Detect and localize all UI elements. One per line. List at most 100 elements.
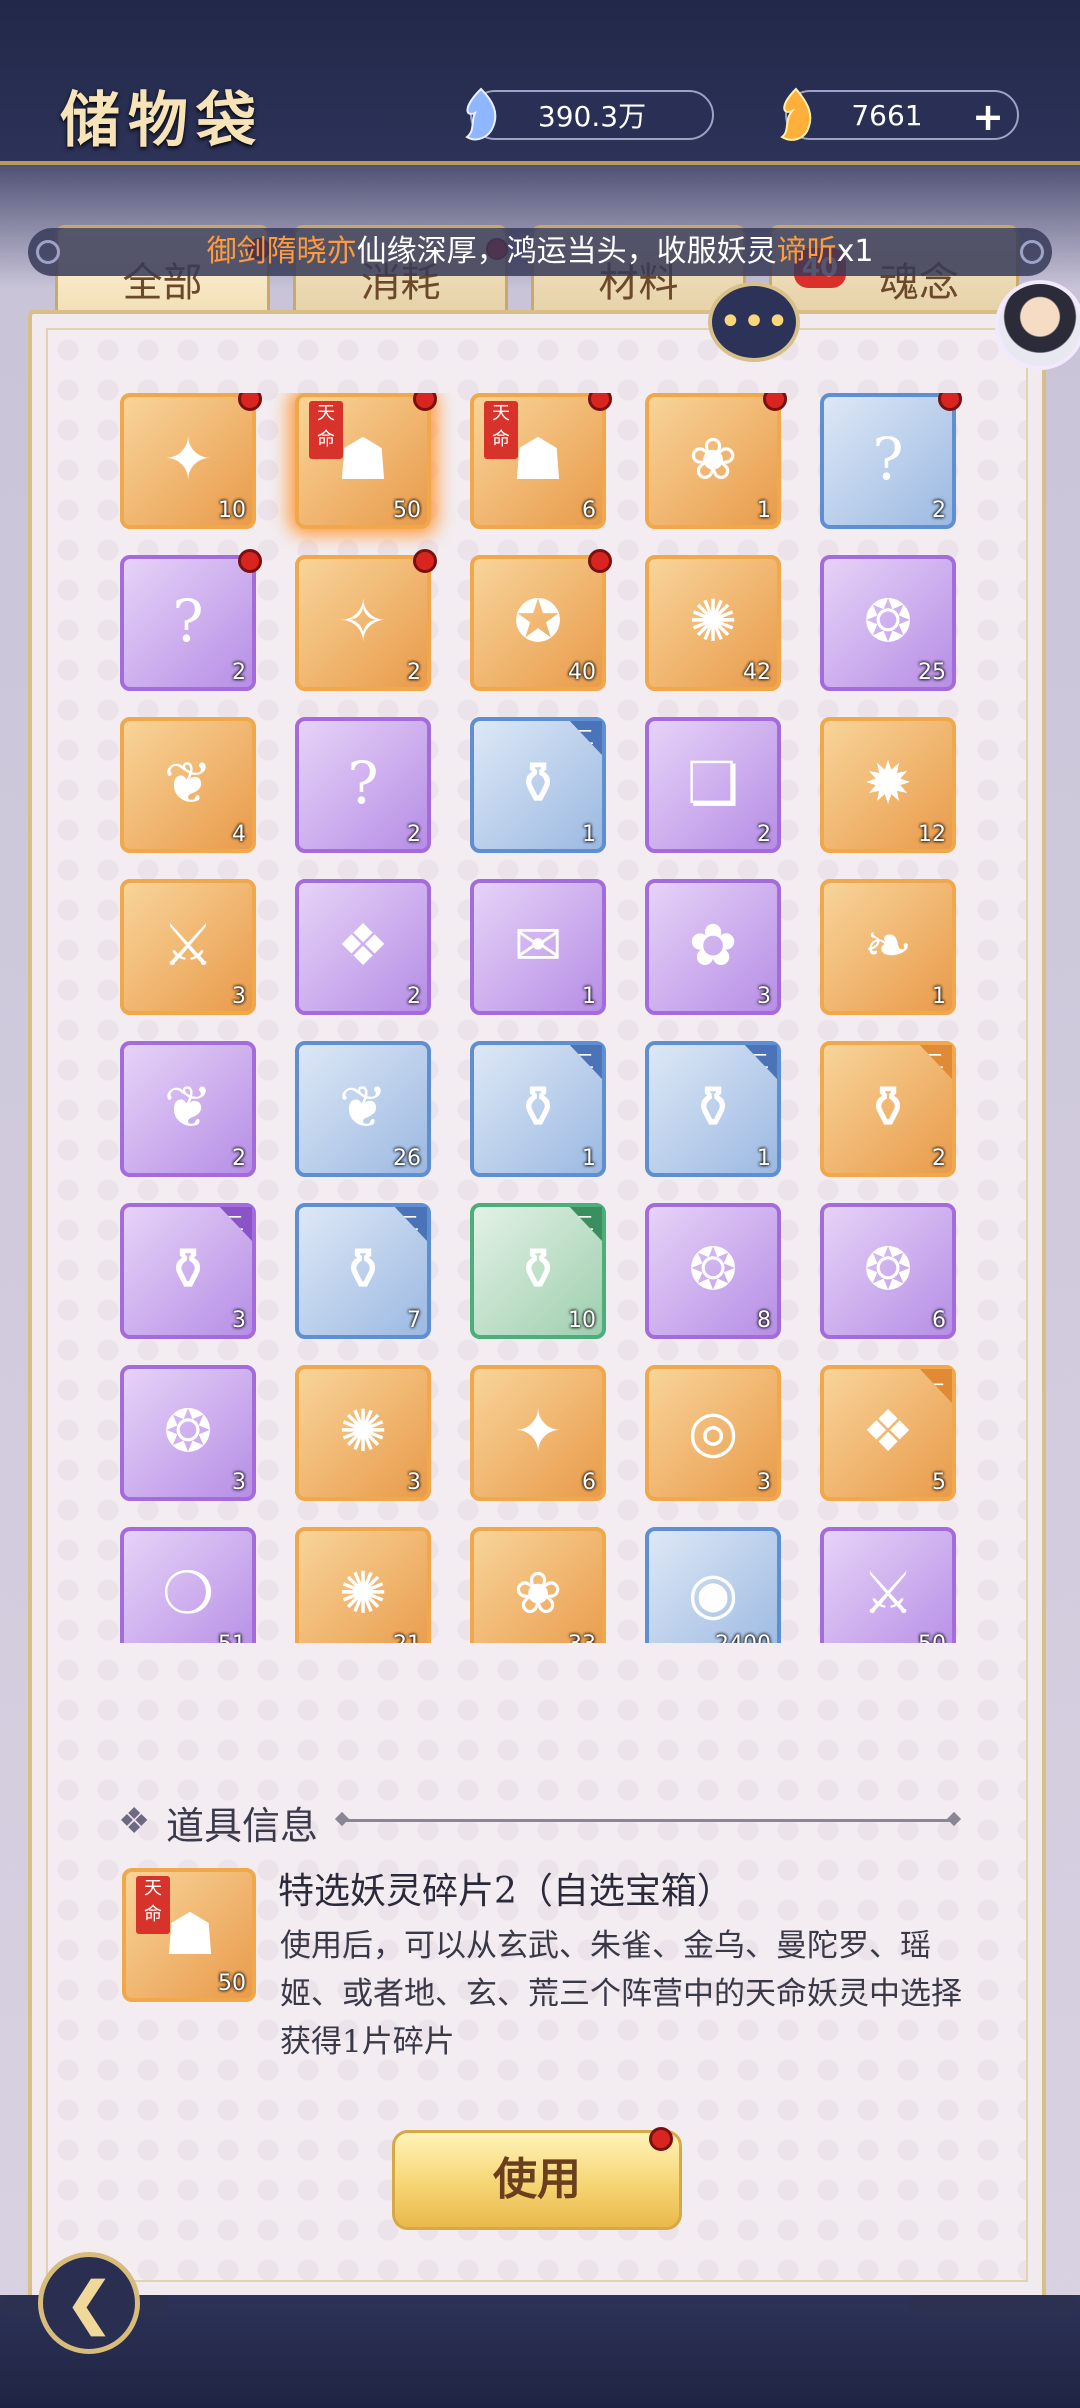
item-quantity: 4 xyxy=(232,822,246,847)
inventory-item[interactable]: ❖ 2 xyxy=(295,879,431,1015)
vase-icon: ⚱ xyxy=(513,1235,563,1303)
blade-icon: ⚔ xyxy=(862,1559,914,1627)
item-name: 特选妖灵碎片2（自选宝箱） xyxy=(278,1871,733,1912)
item-quantity: 50 xyxy=(918,1632,946,1643)
inventory-item[interactable]: ✧ 2 xyxy=(295,549,437,691)
inventory-item[interactable]: ⚱二3 xyxy=(120,1203,256,1339)
mystery-pouch-icon: ? xyxy=(172,587,204,655)
marquee-player-name: 御剑隋晓亦 xyxy=(206,234,357,269)
paper-scroll-icon: ❦ xyxy=(338,1073,388,1141)
inventory-item[interactable]: ✪ 40 xyxy=(470,549,612,691)
page-title: 储物袋 xyxy=(60,86,264,156)
item-quantity: 6 xyxy=(582,498,596,523)
use-button[interactable]: 使用 xyxy=(392,2127,682,2230)
inventory-item[interactable]: ❍ 51 xyxy=(120,1527,256,1643)
marquee-suffix: x1 xyxy=(836,234,874,269)
mystery-box-icon: ✦ xyxy=(163,425,213,493)
item-quantity: 50 xyxy=(393,498,421,523)
player-avatar[interactable] xyxy=(995,280,1080,370)
new-item-dot xyxy=(413,393,437,411)
inventory-item[interactable]: ◎ 3 xyxy=(645,1365,781,1501)
inventory-item[interactable]: ❂ 3 xyxy=(120,1365,256,1501)
item-quantity: 2 xyxy=(407,822,421,847)
item-quantity: 1 xyxy=(757,498,771,523)
item-quantity: 10 xyxy=(218,498,246,523)
item-quantity: 5 xyxy=(932,1470,946,1495)
inventory-item[interactable]: ✦ 6 xyxy=(470,1365,606,1501)
inventory-item[interactable]: ⚱二2 xyxy=(820,1041,956,1177)
inventory-item[interactable]: ⚔ 50 xyxy=(820,1527,956,1643)
inventory-item[interactable]: ❂ 8 xyxy=(645,1203,781,1339)
vase-icon: ⚱ xyxy=(338,1235,388,1303)
amber-gem-icon: ❖ xyxy=(862,1397,914,1465)
inventory-item[interactable]: ? 2 xyxy=(295,717,431,853)
inventory-item[interactable]: ❀ 1 xyxy=(645,393,787,529)
inventory-item[interactable]: ⚱二1 xyxy=(645,1041,781,1177)
flame-seal-icon: ✹ xyxy=(863,749,913,817)
inventory-item[interactable]: ⚱二1 xyxy=(470,717,606,853)
gourd-icon: ❂ xyxy=(163,1397,213,1465)
item-quantity: 2 xyxy=(757,822,771,847)
inventory-item[interactable]: ✺ 21 xyxy=(295,1527,431,1643)
item-quantity: 2 xyxy=(932,1146,946,1171)
inventory-item[interactable]: ❀ 33 xyxy=(470,1527,606,1643)
item-quantity: 3 xyxy=(232,984,246,1009)
spirit-gem-icon xyxy=(452,84,510,148)
flame-coin-amount: 7661 xyxy=(851,98,923,132)
item-quantity: 2 xyxy=(407,660,421,685)
vase-icon: ⚱ xyxy=(163,1235,213,1303)
inventory-item[interactable]: ✉ 1 xyxy=(470,879,606,1015)
new-item-dot xyxy=(938,393,962,411)
inventory-item[interactable]: ✺ 3 xyxy=(295,1365,431,1501)
item-quantity: 1 xyxy=(582,984,596,1009)
new-item-dot xyxy=(763,393,787,411)
inventory-item[interactable]: ? 2 xyxy=(120,549,262,691)
inventory-item[interactable]: ⚔ 3 xyxy=(120,879,256,1015)
item-quantity: 3 xyxy=(407,1470,421,1495)
item-quantity: 33 xyxy=(568,1632,596,1643)
inventory-item[interactable]: ❂ 25 xyxy=(820,555,956,691)
fire-orb-icon: ✺ xyxy=(688,587,738,655)
inventory-item[interactable]: ❏ 2 xyxy=(645,717,781,853)
item-info-header: ❖ 道具信息 xyxy=(118,1795,958,1848)
inventory-item[interactable]: ☗ 天命 50 xyxy=(295,393,437,529)
inventory-item[interactable]: ❦ 2 xyxy=(120,1041,256,1177)
red-chest-icon: ✪ xyxy=(513,587,563,655)
scroll-letter-icon: ✉ xyxy=(513,911,563,979)
inventory-item[interactable]: ⚱二7 xyxy=(295,1203,431,1339)
marquee-text: 仙缘深厚，鸿运当头，收服妖灵 xyxy=(356,234,777,269)
inventory-item[interactable]: ✦ 10 xyxy=(120,393,262,529)
gourd-icon: ❂ xyxy=(863,1235,913,1303)
inventory-item[interactable]: ? 2 xyxy=(820,393,962,529)
inventory-item[interactable]: ✺ 42 xyxy=(645,555,781,691)
item-quantity: 1 xyxy=(582,822,596,847)
new-item-dot xyxy=(588,393,612,411)
spirit-wisp-icon: ❂ xyxy=(863,587,913,655)
paper-scroll-icon: ❦ xyxy=(163,1073,213,1141)
inventory-item[interactable]: ❦ 26 xyxy=(295,1041,431,1177)
back-button[interactable]: ❮ xyxy=(38,2252,140,2354)
vase-icon: ⚱ xyxy=(513,1073,563,1141)
inventory-item[interactable]: ❂ 6 xyxy=(820,1203,956,1339)
inventory-item[interactable]: ✿ 3 xyxy=(645,879,781,1015)
item-info-heading: 道具信息 xyxy=(166,1804,319,1848)
inventory-item[interactable]: ◉ 2400 xyxy=(645,1527,781,1643)
add-currency-button[interactable]: + xyxy=(969,98,1007,136)
inventory-item[interactable]: ⚱二1 xyxy=(470,1041,606,1177)
inventory-item[interactable]: ✹ 12 xyxy=(820,717,956,853)
beast-fragment-box-icon: ❀ xyxy=(688,425,738,493)
item-quantity: 26 xyxy=(393,1146,421,1171)
fox-spirit-icon: ❀ xyxy=(513,1559,563,1627)
marquee-left-ornament xyxy=(36,240,60,264)
inventory-item[interactable]: ❖一5 xyxy=(820,1365,956,1501)
inventory-item[interactable]: ❦ 4 xyxy=(120,717,256,853)
item-quantity: 50 xyxy=(218,1971,246,1996)
inventory-item[interactable]: ❧ 1 xyxy=(820,879,956,1015)
chat-bubble-icon[interactable]: ••• xyxy=(708,282,800,362)
inventory-item[interactable]: ☗ 天命 6 xyxy=(470,393,612,529)
spirit-gem-currency[interactable]: 390.3万 xyxy=(465,87,714,141)
inventory-item[interactable]: ⚱二10 xyxy=(470,1203,606,1339)
item-quantity: 1 xyxy=(932,984,946,1009)
flame-coin-currency[interactable]: 7661 + xyxy=(780,87,1019,141)
item-quantity: 3 xyxy=(232,1308,246,1333)
